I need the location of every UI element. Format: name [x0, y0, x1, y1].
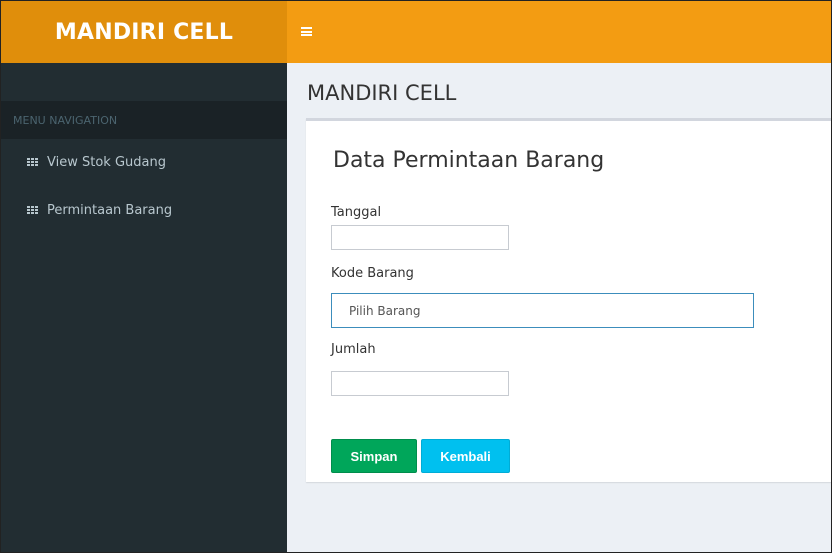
jumlah-label: Jumlah: [331, 342, 376, 357]
sidebar-item-label: Permintaan Barang: [47, 202, 173, 218]
kode-barang-label: Kode Barang: [331, 266, 414, 281]
simpan-button[interactable]: Simpan: [331, 439, 417, 473]
hamburger-menu-icon[interactable]: [301, 27, 312, 36]
form-title: Data Permintaan Barang: [333, 148, 605, 173]
form-box: Data Permintaan Barang Tanggal Kode Bara…: [306, 118, 831, 482]
sidebar: MENU NAVIGATION View Stok Gudang Permint…: [1, 63, 287, 552]
jumlah-input[interactable]: [331, 371, 509, 396]
kode-barang-selected-value: Pilih Barang: [349, 303, 421, 318]
top-navbar: [287, 1, 831, 63]
tanggal-label: Tanggal: [331, 205, 382, 220]
menu-navigation-header: MENU NAVIGATION: [1, 101, 287, 139]
grid-icon: [27, 205, 38, 215]
tanggal-input[interactable]: [331, 225, 509, 250]
app-window: MANDIRI CELL MENU NAVIGATION View Stok G…: [0, 0, 832, 553]
sidebar-item-view-stok-gudang[interactable]: View Stok Gudang: [1, 142, 287, 182]
sidebar-item-permintaan-barang[interactable]: Permintaan Barang: [1, 190, 287, 230]
app-logo[interactable]: MANDIRI CELL: [1, 1, 287, 63]
kembali-button[interactable]: Kembali: [421, 439, 510, 473]
grid-icon: [27, 157, 38, 167]
page-title: MANDIRI CELL: [307, 81, 457, 105]
sidebar-item-label: View Stok Gudang: [47, 154, 166, 170]
kode-barang-select[interactable]: Pilih Barang: [331, 293, 754, 328]
